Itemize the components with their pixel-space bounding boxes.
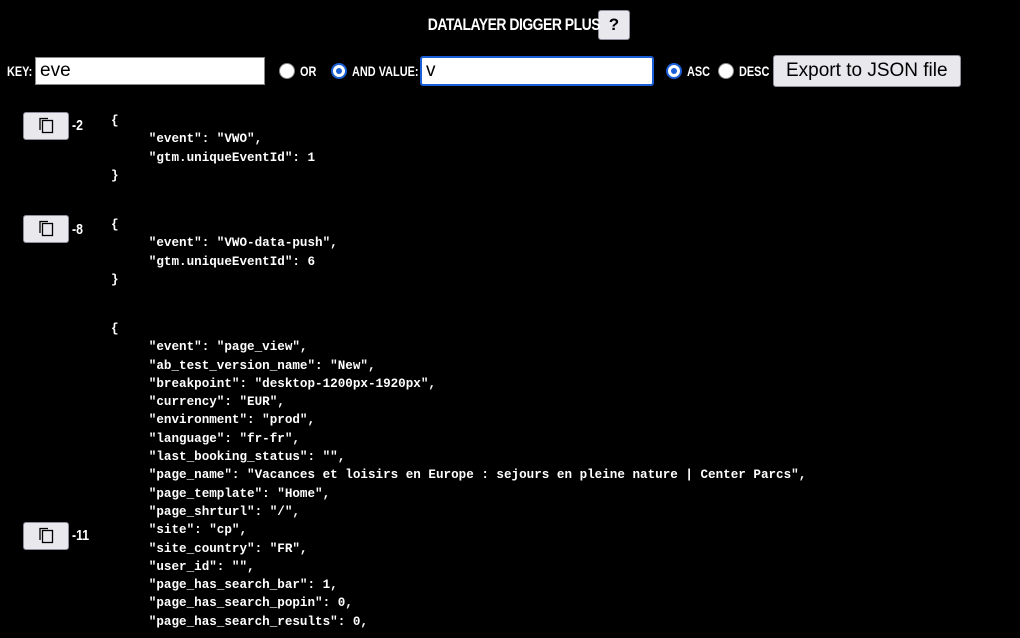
or-radio[interactable]: [279, 63, 295, 79]
entry-index: -11: [72, 527, 90, 544]
copy-icon: [39, 220, 54, 237]
desc-label: DESC: [739, 63, 770, 79]
copy-button[interactable]: [23, 112, 69, 140]
and-value-radio[interactable]: [331, 63, 347, 79]
copy-icon: [39, 117, 54, 134]
json-payload: { "event": "VWO-data-push", "gtm.uniqueE…: [111, 218, 338, 287]
and-value-label: AND VALUE:: [352, 63, 419, 79]
header: DATALAYER DIGGER PLUS ?: [0, 10, 1020, 40]
json-payload: { "event": "VWO", "gtm.uniqueEventId": 1…: [111, 114, 316, 183]
asc-label: ASC: [687, 63, 711, 79]
copy-button[interactable]: [23, 215, 69, 243]
filter-toolbar: KEY: OR AND VALUE: ASC DESC Export to JS…: [7, 53, 961, 89]
app-title: DATALAYER DIGGER PLUS: [427, 15, 601, 34]
json-payload: { "event": "page_view", "ab_test_version…: [111, 322, 807, 629]
entry-index: -2: [72, 117, 83, 134]
asc-radio[interactable]: [666, 63, 682, 79]
key-label: KEY:: [7, 63, 33, 79]
value-input[interactable]: [420, 56, 654, 86]
entry-index: -8: [72, 221, 83, 238]
or-label: OR: [300, 63, 317, 79]
copy-button[interactable]: [23, 522, 69, 550]
key-input[interactable]: [35, 57, 265, 85]
datalayer-digger-panel: DATALAYER DIGGER PLUS ? KEY: OR AND VALU…: [0, 0, 1020, 638]
help-button[interactable]: ?: [598, 10, 630, 40]
desc-radio[interactable]: [718, 63, 734, 79]
copy-icon: [39, 527, 54, 544]
export-json-button[interactable]: Export to JSON file: [773, 55, 961, 87]
